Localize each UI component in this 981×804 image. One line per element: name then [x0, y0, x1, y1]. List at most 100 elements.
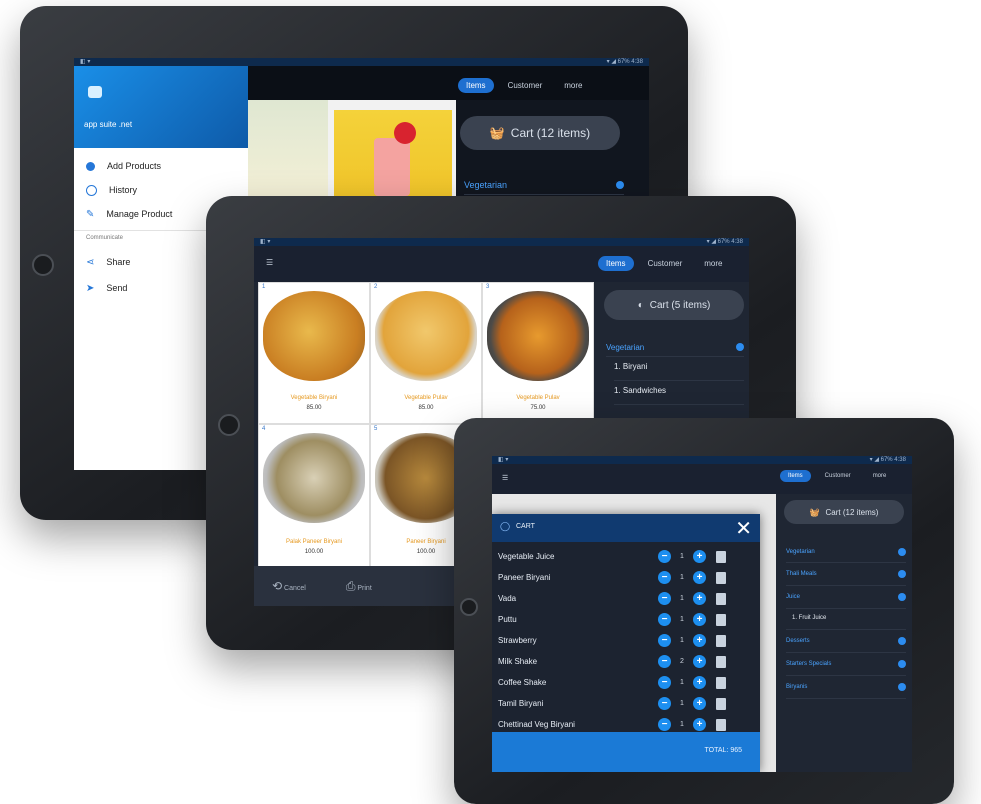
plus-icon[interactable]: + — [693, 571, 706, 584]
cart-item-name: Tamil Biryani — [498, 699, 544, 708]
total-bar[interactable]: TOTAL: 965 — [492, 732, 760, 772]
basket-icon: ◐ — [637, 299, 644, 311]
minus-icon[interactable]: − — [658, 718, 671, 731]
expand-icon — [898, 660, 906, 668]
home-button[interactable] — [218, 414, 240, 436]
smoothie-image — [334, 110, 452, 200]
plus-icon[interactable]: + — [693, 634, 706, 647]
minus-icon[interactable]: − — [658, 571, 671, 584]
trash-icon[interactable] — [716, 592, 726, 605]
menu-icon[interactable]: ☰ — [266, 258, 273, 267]
category-list: Vegetarian Thali Meals Juice 1. Fruit Ju… — [786, 542, 906, 699]
product-image — [263, 433, 365, 523]
product-card[interactable]: 2 Vegetable Pulav 85.00 — [370, 282, 482, 424]
status-bar: ◧ ▾ ▾ ◢ 67% 4:38 — [74, 58, 649, 66]
product-card[interactable]: 4 Palak Paneer Biryani 100.00 — [258, 424, 370, 568]
minus-icon[interactable]: − — [658, 676, 671, 689]
trash-icon[interactable] — [716, 697, 726, 710]
category-biryanis[interactable]: Biryanis — [786, 676, 906, 699]
trash-icon[interactable] — [716, 655, 726, 668]
trash-icon[interactable] — [716, 550, 726, 563]
trash-icon[interactable] — [716, 634, 726, 647]
tab-more[interactable]: more — [865, 470, 895, 482]
cart-title: CART — [516, 523, 535, 530]
tab-more[interactable]: more — [556, 78, 590, 93]
tab-customer[interactable]: Customer — [640, 256, 691, 271]
cart-back-icon[interactable]: ◯ — [500, 521, 510, 532]
trash-icon[interactable] — [716, 571, 726, 584]
product-number: 1 — [262, 284, 266, 290]
tab-bar: Items Customer more — [598, 256, 730, 271]
home-button[interactable] — [32, 254, 54, 276]
category-thali[interactable]: Thali Meals — [786, 563, 906, 586]
product-image — [487, 291, 589, 381]
tab-items[interactable]: Items — [458, 78, 494, 93]
trash-icon[interactable] — [716, 676, 726, 689]
category-vegetarian[interactable]: Vegetarian — [786, 542, 906, 563]
cart-items-list: Vegetable Juice − 1 + Paneer Biryani − 1 + Vad… — [492, 542, 760, 735]
expand-icon — [898, 683, 906, 691]
minus-icon[interactable]: − — [658, 550, 671, 563]
drawer-item-add-products[interactable]: Add Products — [74, 154, 248, 178]
cart-item: Paneer Biryani − 1 + — [498, 567, 754, 588]
cart-button[interactable]: 🧺 Cart (12 items) — [460, 116, 620, 150]
product-number: 2 — [374, 284, 378, 290]
cart-item: Tamil Biryani − 1 + — [498, 693, 754, 714]
trash-icon[interactable] — [716, 613, 726, 626]
print-button[interactable]: ⎙ Print — [346, 579, 372, 594]
category-starters[interactable]: Starters Specials — [786, 653, 906, 676]
drink-image — [248, 100, 328, 200]
product-name: Palak Paneer Biryani — [285, 539, 343, 545]
share-icon: ⋖ — [86, 256, 95, 268]
cart-item-name: Strawberry — [498, 636, 537, 645]
cart-button[interactable]: 🧺 Cart (12 items) — [784, 500, 904, 524]
subcategory-fruit-juice[interactable]: 1. Fruit Juice — [786, 609, 906, 630]
home-button[interactable] — [460, 598, 478, 616]
cart-button[interactable]: ◐ Cart (5 items) — [604, 290, 744, 320]
product-card[interactable]: 3 Vegetable Pulav 75.00 — [482, 282, 594, 424]
category-vegetarian[interactable]: Vegetarian — [606, 338, 744, 357]
minus-icon[interactable]: − — [658, 655, 671, 668]
product-name: Vegetable Pulav — [516, 395, 560, 401]
tab-items[interactable]: Items — [598, 256, 634, 271]
subcategory-item[interactable]: 1. Sandwiches — [614, 386, 744, 405]
plus-icon[interactable]: + — [693, 676, 706, 689]
cart-item: Strawberry − 1 + — [498, 630, 754, 651]
minus-icon[interactable]: − — [658, 634, 671, 647]
plus-icon[interactable]: + — [693, 655, 706, 668]
product-price: 100.00 — [304, 549, 324, 555]
strawberry-shape — [394, 122, 416, 144]
category-vegetarian[interactable]: Vegetarian — [464, 176, 624, 195]
cart-item-qty: 1 — [680, 616, 684, 623]
tab-more[interactable]: more — [696, 256, 730, 271]
minus-icon[interactable]: − — [658, 592, 671, 605]
product-card[interactable]: 1 Vegetable Biryani 85.00 — [258, 282, 370, 424]
cancel-button[interactable]: ⟲ Cancel — [272, 579, 306, 593]
cart-item: Puttu − 1 + — [498, 609, 754, 630]
subcategory-item[interactable]: 1. Biryani — [614, 362, 744, 381]
menu-icon[interactable]: ☰ — [502, 474, 508, 482]
cart-item-name: Coffee Shake — [498, 678, 547, 687]
cart-item-name: Milk Shake — [498, 657, 538, 666]
send-icon: ➤ — [86, 282, 95, 294]
cart-item-qty: 1 — [680, 553, 684, 560]
minus-icon[interactable]: − — [658, 613, 671, 626]
plus-icon[interactable]: + — [693, 550, 706, 563]
tab-customer[interactable]: Customer — [817, 470, 859, 482]
cart-item-qty: 1 — [680, 679, 684, 686]
close-icon[interactable]: ✕ — [735, 516, 752, 541]
trash-icon[interactable] — [716, 718, 726, 731]
tab-items[interactable]: Items — [780, 470, 811, 482]
product-image — [263, 291, 365, 381]
product-price: 85.00 — [418, 405, 434, 411]
cart-item-qty: 1 — [680, 700, 684, 707]
plus-icon[interactable]: + — [693, 592, 706, 605]
tab-customer[interactable]: Customer — [500, 78, 551, 93]
plus-icon[interactable]: + — [693, 613, 706, 626]
tablet-front: ◧ ▾ ▾ ◢ 67% 4:38 ☰ Items Customer more 🧺 C… — [454, 418, 954, 804]
plus-icon[interactable]: + — [693, 697, 706, 710]
category-juice[interactable]: Juice — [786, 586, 906, 609]
minus-icon[interactable]: − — [658, 697, 671, 710]
category-desserts[interactable]: Desserts — [786, 630, 906, 653]
plus-icon[interactable]: + — [693, 718, 706, 731]
